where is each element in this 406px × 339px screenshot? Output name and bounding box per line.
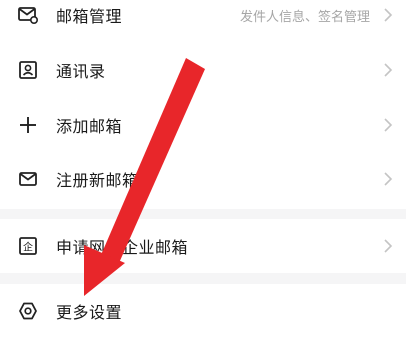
menu-item-contacts[interactable]: 通讯录 bbox=[0, 42, 406, 98]
mail-icon bbox=[17, 168, 39, 190]
menu-item-label: 更多设置 bbox=[56, 303, 123, 322]
chevron-right-icon bbox=[383, 8, 393, 22]
chevron-right-icon bbox=[383, 172, 393, 186]
menu-item-label: 申请网易企业邮箱 bbox=[56, 238, 189, 257]
menu-item-mailbox-management[interactable]: 邮箱管理 发件人信息、签名管理 bbox=[0, 0, 406, 43]
chevron-right-icon bbox=[383, 239, 393, 253]
menu-item-label: 注册新邮箱 bbox=[56, 171, 139, 190]
menu-item-label: 通讯录 bbox=[56, 62, 106, 81]
menu-item-register-mailbox[interactable]: 注册新邮箱 bbox=[0, 151, 406, 207]
menu-item-label: 添加邮箱 bbox=[56, 117, 123, 136]
svg-text:企: 企 bbox=[23, 241, 33, 254]
plus-icon bbox=[17, 114, 39, 136]
menu-item-enterprise-mailbox[interactable]: 企 申请网易企业邮箱 bbox=[0, 218, 406, 274]
chevron-right-icon bbox=[383, 63, 393, 77]
enterprise-icon: 企 bbox=[17, 235, 39, 257]
menu-item-more-settings[interactable]: 更多设置 bbox=[0, 283, 406, 339]
contacts-icon bbox=[17, 59, 39, 81]
settings-menu-screen: 邮箱管理 发件人信息、签名管理 通讯录 添加邮箱 注册新邮箱 企 申请网易企业邮… bbox=[0, 0, 406, 322]
chevron-right-icon bbox=[383, 118, 393, 132]
mail-settings-icon bbox=[17, 4, 39, 26]
menu-item-add-mailbox[interactable]: 添加邮箱 bbox=[0, 97, 406, 153]
menu-item-hint: 发件人信息、签名管理 bbox=[239, 9, 370, 25]
menu-item-label: 邮箱管理 bbox=[56, 7, 123, 26]
settings-gear-icon bbox=[17, 300, 39, 322]
